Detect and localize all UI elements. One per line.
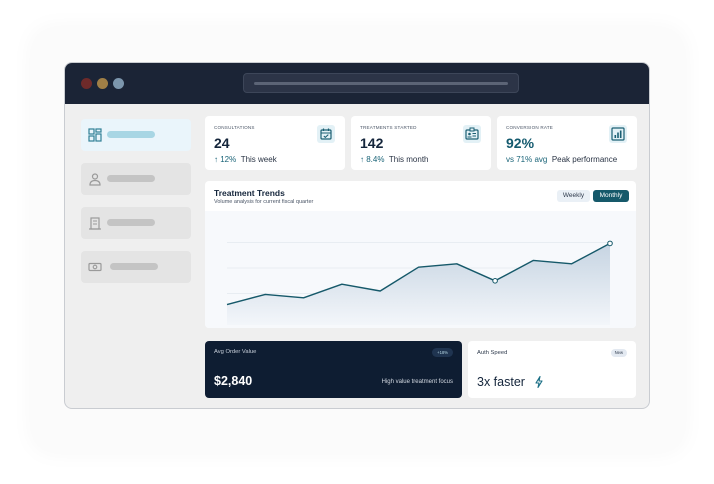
stat-value: 142 — [360, 135, 384, 151]
toggle-monthly-button[interactable]: Monthly — [593, 190, 629, 202]
sidebar-item-dashboard[interactable] — [81, 119, 191, 151]
trend-chart — [226, 240, 613, 325]
id-card-icon — [463, 125, 481, 143]
toggle-weekly-button[interactable]: Weekly — [557, 190, 590, 202]
dashboard-grid-icon — [88, 128, 102, 142]
stat-value: 24 — [214, 135, 230, 151]
trend-point-7[interactable] — [492, 278, 498, 284]
auth-label: Auth Speed — [477, 350, 508, 356]
stat-card-consultations: CONSULTATIONS 24 ↑ 12% This week — [205, 116, 345, 170]
auth-value: 3x faster — [477, 375, 525, 389]
sidebar-item-label — [107, 219, 155, 226]
window-maximize-button[interactable] — [113, 78, 124, 89]
address-bar-placeholder — [254, 82, 508, 85]
window-close-button[interactable] — [81, 78, 92, 89]
window-titlebar — [65, 63, 649, 104]
stat-change: ↑ 12% This week — [214, 155, 277, 164]
new-badge: New — [610, 349, 627, 357]
trend-area — [227, 243, 610, 325]
stat-card-conversion: CONVERSION RATE 92% vs 71% avg Peak perf… — [497, 116, 637, 170]
bar-chart-icon — [609, 125, 627, 143]
trend-point-10[interactable] — [607, 240, 613, 247]
stat-change-value: ↑ 12% — [214, 155, 237, 164]
user-icon — [89, 173, 101, 186]
cash-icon — [88, 262, 102, 272]
stat-note: This week — [240, 155, 277, 164]
avg-order-value-card: Avg Order Value +18% $2,840 High value t… — [205, 341, 462, 398]
chart-title: Treatment Trends — [214, 188, 285, 198]
lightning-bolt-icon — [535, 376, 543, 388]
app-window: CONSULTATIONS 24 ↑ 12% This week TREATME… — [64, 62, 650, 409]
sidebar-item-clinics[interactable] — [81, 207, 191, 239]
window-minimize-button[interactable] — [97, 78, 108, 89]
stat-label: CONVERSION RATE — [506, 125, 554, 130]
building-icon — [89, 217, 101, 230]
stat-label: CONSULTATIONS — [214, 125, 255, 130]
stat-value: 92% — [506, 135, 535, 151]
auth-speed-card: Auth Speed New 3x faster — [468, 341, 636, 398]
aov-label: Avg Order Value — [214, 349, 257, 355]
chart-subtitle: Volume analysis for current fiscal quart… — [214, 199, 314, 205]
sidebar-item-billing[interactable] — [81, 251, 191, 283]
sidebar-item-patients[interactable] — [81, 163, 191, 195]
address-bar[interactable] — [243, 73, 519, 93]
stat-card-treatments: TREATMENTS STARTED 142 ↑ 8.4% This month — [351, 116, 491, 170]
sidebar-item-label — [107, 131, 155, 138]
stat-change-value: ↑ 8.4% — [360, 155, 385, 164]
calendar-check-icon — [317, 125, 335, 143]
stat-change: ↑ 8.4% This month — [360, 155, 429, 164]
aov-note: High value treatment focus — [381, 379, 453, 385]
aov-value: $2,840 — [214, 374, 253, 388]
stat-change: vs 71% avg Peak performance — [506, 155, 617, 164]
treatment-trends-card: Treatment Trends Volume analysis for cur… — [205, 181, 636, 328]
stat-note: Peak performance — [551, 155, 618, 164]
aov-growth-badge: +18% — [432, 348, 453, 357]
stat-note: This month — [388, 155, 429, 164]
stat-change-value: vs 71% avg — [506, 155, 548, 164]
stat-label: TREATMENTS STARTED — [360, 125, 417, 130]
sidebar-item-label — [107, 175, 155, 182]
sidebar-item-label — [110, 263, 158, 270]
